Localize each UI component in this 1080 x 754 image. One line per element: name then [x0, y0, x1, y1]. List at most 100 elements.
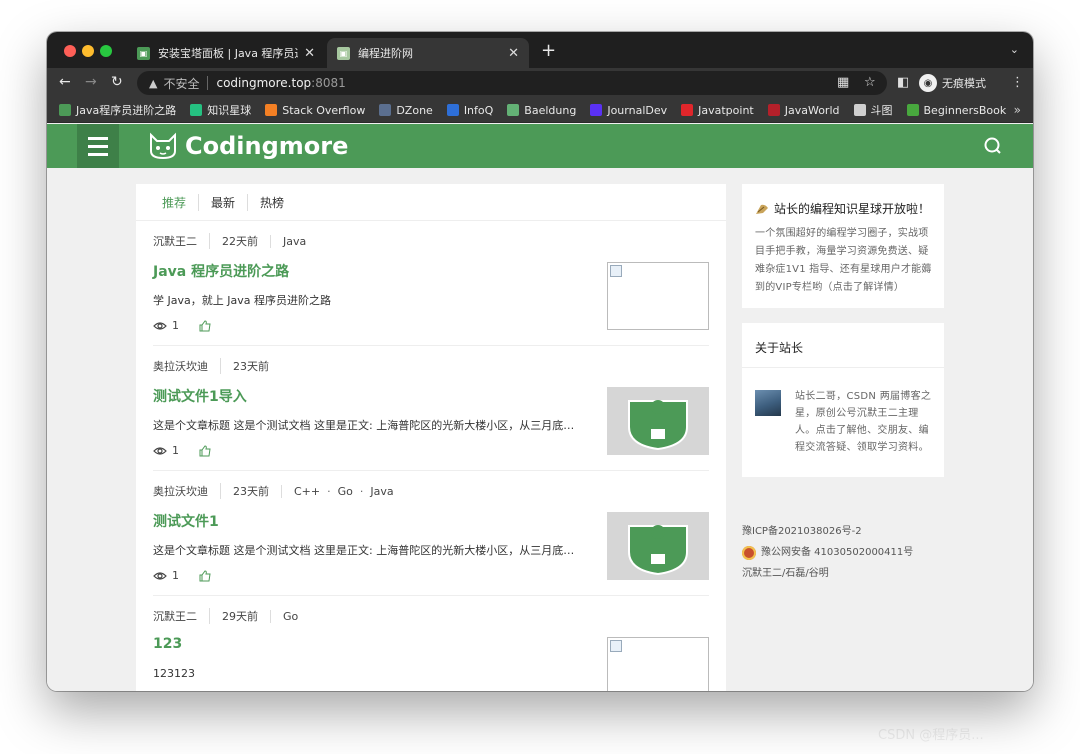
- cover-image[interactable]: [607, 512, 709, 580]
- address-bar[interactable]: ▲ 不安全 codingmore.top :8081: [137, 71, 887, 95]
- bookmark-star-icon[interactable]: ☆: [864, 75, 876, 90]
- incognito-label: 无痕模式: [942, 77, 986, 90]
- article-tags: C++GoJava: [281, 484, 406, 498]
- article-time: 23天前: [220, 358, 281, 374]
- divider: [207, 76, 209, 90]
- article-author[interactable]: 沉默王二: [153, 608, 209, 624]
- about-text[interactable]: 站长二哥，CSDN 两届博客之星，原创公号沉默王二主理人。点击了解他、交朋友、编…: [795, 388, 932, 456]
- bookmark-item[interactable]: BeginnersBook: [906, 104, 1006, 117]
- article-item[interactable]: 沉默王二 29天前 Go 123 123123: [153, 596, 709, 691]
- article-meta: 奥拉沃坎迪 23天前: [153, 358, 281, 374]
- article-author[interactable]: 沉默王二: [153, 233, 209, 249]
- article-meta: 沉默王二 22天前 Java: [153, 233, 318, 249]
- watermark: CSDN @程序员...: [878, 728, 984, 743]
- site-footer-info: 豫ICP备2021038026号-2 豫公网安备 41030502000411号…: [742, 521, 913, 584]
- tab-close-icon[interactable]: ✕: [304, 46, 315, 61]
- article-title[interactable]: 测试文件1导入: [153, 386, 247, 406]
- bookmark-item[interactable]: DZone: [379, 103, 433, 117]
- qr-code-icon[interactable]: ▦: [837, 75, 849, 90]
- promo-card[interactable]: 站长的编程知识星球开放啦！ 一个氛围超好的编程学习圈子，实战项目手把手教，海量学…: [742, 184, 944, 308]
- bookmark-item[interactable]: InfoQ: [446, 104, 493, 117]
- article-tag[interactable]: Go: [283, 610, 298, 623]
- article-title[interactable]: 123: [153, 636, 182, 652]
- article-title[interactable]: Java 程序员进阶之路: [153, 261, 289, 281]
- folder-icon: [853, 104, 866, 116]
- tab-search-icon[interactable]: ⌄: [1010, 43, 1019, 56]
- stackoverflow-icon: [265, 104, 278, 116]
- planet-icon: [190, 104, 203, 116]
- bookmark-label: 知识星球: [207, 104, 252, 117]
- eye-icon: [153, 446, 167, 455]
- tab-baota[interactable]: ▣ 安装宝塔面板 | Java 程序员进阶 ✕: [127, 38, 325, 68]
- journaldev-icon: [590, 104, 603, 116]
- icp-link[interactable]: 豫ICP备2021038026号-2: [742, 521, 913, 542]
- article-tag[interactable]: C++: [294, 485, 320, 498]
- search-icon[interactable]: [983, 136, 1003, 156]
- article-excerpt: 这是个文章标题 这是个测试文档 这里是正文: 上海普陀区的光新大楼小区，从三月底…: [153, 544, 575, 557]
- close-window-button[interactable]: [64, 45, 76, 57]
- hamburger-menu-icon[interactable]: [77, 124, 119, 168]
- bookmark-item[interactable]: Stack Overflow: [265, 104, 365, 117]
- forward-icon[interactable]: →: [85, 74, 97, 90]
- article-item[interactable]: 沉默王二 22天前 Java Java 程序员进阶之路学 Java，就上 Java 程…: [153, 221, 709, 346]
- police-record[interactable]: 豫公网安备 41030502000411号: [742, 542, 913, 563]
- bookmark-item[interactable]: 斗图: [853, 102, 893, 118]
- view-count: 1: [172, 444, 179, 457]
- site-logo[interactable]: Codingmore: [147, 131, 348, 161]
- minimize-window-button[interactable]: [82, 45, 94, 57]
- incognito-icon: ◉: [919, 74, 937, 92]
- incognito-indicator[interactable]: ◉ 无痕模式: [919, 72, 986, 94]
- thumbs-up-icon[interactable]: [199, 569, 211, 582]
- maximize-window-button[interactable]: [100, 45, 112, 57]
- article-title[interactable]: 测试文件1: [153, 511, 219, 531]
- thumbs-up-icon[interactable]: [199, 319, 211, 332]
- article-tag[interactable]: Java: [283, 235, 306, 248]
- bookmarks-bar: Java程序员进阶之路 知识星球 Stack Overflow DZone InfoQ B…: [47, 98, 1033, 123]
- article-item[interactable]: 奥拉沃坎迪 23天前 测试文件1导入 这是个文章标题 这是个测试文档 这里是正文: 上…: [153, 346, 709, 471]
- article-excerpt: 学 Java，就上 Java 程序员进阶之路: [153, 294, 331, 307]
- article-tag[interactable]: Java: [353, 485, 394, 498]
- eye-icon: [153, 571, 167, 580]
- bookmark-label: DZone: [396, 103, 433, 117]
- javatpoint-icon: [681, 104, 694, 116]
- bookmark-label: Stack Overflow: [282, 103, 366, 117]
- tab-title: 编程进阶网: [358, 47, 413, 60]
- thumbs-up-icon[interactable]: [199, 444, 211, 457]
- tab-recommended[interactable]: 推荐: [150, 194, 198, 211]
- police-badge-icon: [742, 545, 756, 560]
- new-tab-button[interactable]: +: [541, 40, 556, 61]
- article-item[interactable]: 奥拉沃坎迪23天前C++GoJava测试文件1这是个文章标题 这是个测试文档 这…: [153, 471, 709, 596]
- side-panel-icon[interactable]: ◧: [897, 75, 909, 90]
- broken-image-icon[interactable]: [607, 262, 709, 330]
- back-icon[interactable]: ←: [59, 74, 71, 90]
- article-author[interactable]: 奥拉沃坎迪: [153, 483, 220, 499]
- article-author[interactable]: 奥拉沃坎迪: [153, 358, 220, 374]
- menu-icon[interactable]: ⋮: [1011, 75, 1024, 90]
- bookmarks-overflow-icon[interactable]: »: [1014, 103, 1021, 117]
- bookmark-item[interactable]: JournalDev: [590, 104, 667, 117]
- baeldung-icon: [507, 104, 520, 116]
- beginnersbook-icon: [906, 104, 919, 116]
- article-tag[interactable]: Go: [320, 485, 353, 498]
- bookmark-item[interactable]: Java程序员进阶之路: [59, 102, 176, 118]
- bookmark-label: 斗图: [870, 104, 893, 117]
- browser-window: ▣ 安装宝塔面板 | Java 程序员进阶 ✕ ▣ 编程进阶网 ✕ + ⌄ ← …: [47, 32, 1033, 691]
- tab-title: 安装宝塔面板 | Java 程序员进阶: [158, 47, 298, 60]
- site-brand: Codingmore: [185, 132, 349, 160]
- tab-hot[interactable]: 热榜: [247, 193, 296, 211]
- avatar[interactable]: [755, 390, 781, 416]
- promo-title: 站长的编程知识星球开放啦！: [774, 202, 931, 216]
- tab-codingmore[interactable]: ▣ 编程进阶网 ✕: [327, 38, 529, 68]
- warning-icon[interactable]: ▲: [149, 77, 157, 90]
- bookmark-item[interactable]: JavaWorld: [767, 104, 840, 117]
- reload-icon[interactable]: ↻: [111, 74, 123, 90]
- broken-image-icon[interactable]: [607, 637, 709, 691]
- tab-latest[interactable]: 最新: [198, 193, 247, 211]
- bookmark-item[interactable]: 知识星球: [190, 102, 251, 118]
- bookmark-item[interactable]: Baeldung: [507, 104, 576, 117]
- tab-close-icon[interactable]: ✕: [508, 46, 519, 61]
- security-label[interactable]: 不安全: [163, 75, 199, 92]
- bookmark-item[interactable]: Javatpoint: [681, 104, 754, 117]
- cover-image[interactable]: [607, 387, 709, 455]
- article-tags: Go: [270, 609, 310, 623]
